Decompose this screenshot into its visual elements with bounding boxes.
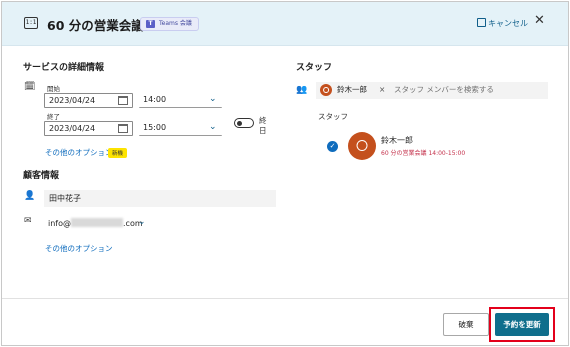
- calendar-icon[interactable]: [118, 124, 128, 133]
- start-time-value: 14:00: [143, 95, 167, 104]
- chevron-down-icon[interactable]: ⌄: [209, 122, 217, 132]
- customer-name-value: 田中花子: [49, 194, 81, 203]
- teams-icon: T: [146, 20, 155, 28]
- end-time-value: 15:00: [143, 123, 167, 132]
- staff-chip-name: 鈴木一郎: [337, 85, 367, 94]
- appointment-icon: 1:1: [24, 17, 38, 29]
- staff-search-input[interactable]: スタッフ メンバーを検索する: [394, 83, 494, 97]
- person-icon: 👤: [24, 191, 36, 201]
- teams-meeting-badge: T Teams 会議: [140, 17, 199, 31]
- end-date-field[interactable]: 2023/04/24: [44, 121, 133, 136]
- customer-email-field[interactable]: info@ .com: [48, 218, 143, 228]
- end-label: 終了: [47, 113, 60, 121]
- avatar: [320, 84, 332, 96]
- chevron-down-icon[interactable]: ⌄: [209, 94, 217, 104]
- customer-name-field[interactable]: 田中花子: [44, 190, 276, 207]
- cancel-label: キャンセル: [488, 19, 528, 28]
- end-date-value: 2023/04/24: [49, 124, 96, 133]
- footer-divider: [2, 298, 568, 299]
- start-date-field[interactable]: 2023/04/24: [44, 93, 133, 108]
- email-prefix: info@: [48, 219, 72, 228]
- start-date-value: 2023/04/24: [49, 96, 96, 105]
- people-icon: 👥: [296, 85, 308, 95]
- all-day-toggle[interactable]: [234, 118, 254, 128]
- staff-member-meeting: 60 分の営業会議 14:00-15:00: [381, 150, 466, 157]
- teams-badge-label: Teams 会議: [159, 20, 192, 27]
- update-button-highlight: 予約を更新: [489, 307, 555, 342]
- booking-dialog: 1:1 60 分の営業会議 T Teams 会議 キャンセル ✕ サービスの詳細…: [1, 1, 569, 346]
- calendar-clock-icon: 🗓: [24, 82, 36, 92]
- redacted-email-part: [71, 218, 124, 227]
- cancel-calendar-icon: [477, 18, 486, 27]
- dialog-header: 1:1 60 分の営業会議 T Teams 会議 キャンセル ✕: [2, 2, 568, 46]
- staff-member-name: 鈴木一郎: [381, 136, 413, 145]
- staff-list-label: スタッフ: [318, 112, 348, 121]
- new-badge: 新機: [108, 148, 128, 158]
- all-day-label: 終日: [259, 116, 267, 135]
- staff-section-title: スタッフ: [296, 63, 333, 73]
- start-label: 開始: [47, 85, 60, 93]
- close-icon[interactable]: ✕: [534, 13, 545, 28]
- check-icon[interactable]: ✓: [327, 141, 338, 152]
- discard-button[interactable]: 破棄: [443, 313, 489, 336]
- cancel-button[interactable]: キャンセル: [477, 18, 528, 29]
- update-booking-button[interactable]: 予約を更新: [495, 313, 549, 336]
- customer-more-options-link[interactable]: その他のオプション: [45, 243, 113, 254]
- mail-icon: ✉: [24, 216, 32, 226]
- chevron-down-icon[interactable]: ⌄: [138, 217, 146, 227]
- service-section-title: サービスの詳細情報: [23, 63, 105, 73]
- customer-section-title: 顧客情報: [23, 171, 60, 181]
- calendar-icon[interactable]: [118, 96, 128, 105]
- remove-chip-icon[interactable]: ×: [379, 83, 385, 97]
- avatar: [348, 132, 376, 160]
- service-more-options-link[interactable]: その他のオプション: [45, 147, 113, 158]
- dialog-title: 60 分の営業会議: [47, 18, 144, 33]
